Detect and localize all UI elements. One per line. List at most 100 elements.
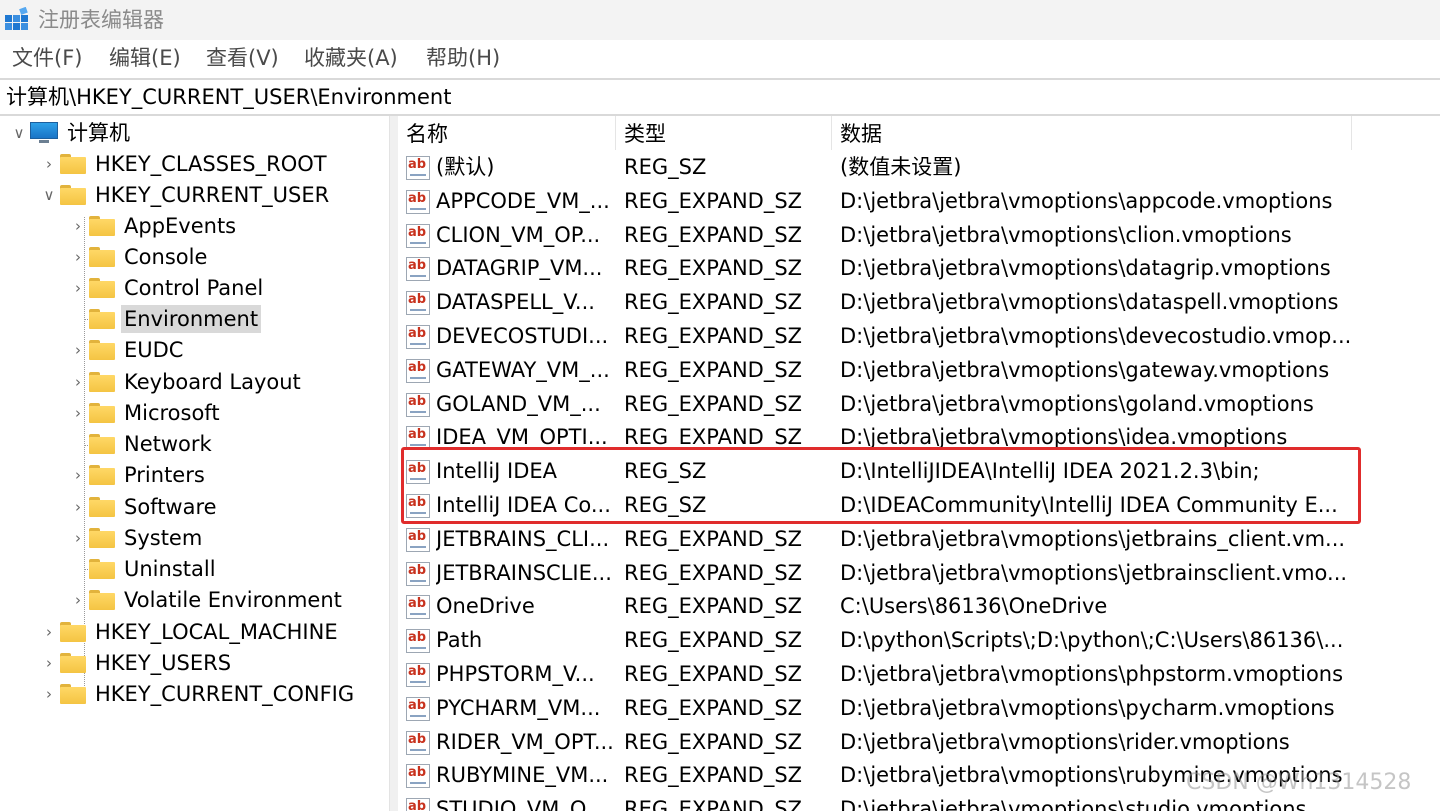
tree-item-keyboard-layout[interactable]: › Keyboard Layout — [67, 367, 304, 397]
tree-item-hkey-users[interactable]: › HKEY_USERS — [38, 648, 234, 678]
chevron-right-icon[interactable]: › — [67, 585, 89, 615]
title-bar: 注册表编辑器 — [0, 0, 1440, 40]
table-row[interactable]: ab APPCODE_VM_... REG_EXPAND_SZ D:\jetbra\j… — [398, 184, 1440, 218]
table-row[interactable]: ab JETBRAINSCLIE... REG_EXPAND_SZ D:\jetbra… — [398, 556, 1440, 590]
column-header-name[interactable]: 名称 — [398, 116, 616, 150]
chevron-right-icon[interactable]: › — [67, 523, 89, 553]
list-header: 名称 类型 数据 — [398, 116, 1440, 150]
value-type: REG_SZ — [624, 493, 707, 517]
menu-favorites[interactable]: 收藏夹(A) — [304, 44, 398, 72]
value-type: REG_EXPAND_SZ — [624, 763, 803, 788]
folder-icon — [60, 622, 86, 642]
tree-item-system[interactable]: › System — [67, 523, 205, 553]
value-name: CLION_VM_OP... — [436, 222, 601, 247]
value-name: RIDER_VM_OPT... — [436, 729, 614, 754]
value-data: D:\python\Scripts\;D:\python\;C:\Users\8… — [840, 628, 1344, 653]
window-title: 注册表编辑器 — [38, 8, 164, 32]
tree-item-eudc[interactable]: › EUDC — [67, 335, 186, 365]
table-row[interactable]: ab (默认) REG_SZ (数值未设置) — [398, 150, 1440, 184]
tree-item-hkey-local-machine[interactable]: › HKEY_LOCAL_MACHINE — [38, 617, 341, 647]
chevron-right-icon[interactable]: › — [67, 492, 89, 522]
table-row[interactable]: ab RIDER_VM_OPT... REG_EXPAND_SZ D:\jetbra\… — [398, 725, 1440, 759]
table-row[interactable]: ab CLION_VM_OP... REG_EXPAND_SZ D:\jetbra\j… — [398, 218, 1440, 252]
chevron-down-icon[interactable]: ∨ — [38, 180, 60, 210]
chevron-right-icon[interactable]: › — [38, 149, 60, 179]
chevron-right-icon[interactable]: › — [67, 460, 89, 490]
column-header-type[interactable]: 类型 — [616, 116, 832, 150]
string-value-icon: ab — [406, 156, 430, 180]
menu-view[interactable]: 查看(V) — [206, 44, 279, 72]
address-bar[interactable]: 计算机\HKEY_CURRENT_USER\Environment — [0, 78, 1440, 116]
value-name: PHPSTORM_V... — [436, 662, 595, 686]
value-data: D:\jetbra\jetbra\vmoptions\studio.vmopti… — [840, 797, 1307, 811]
value-data: C:\Users\86136\OneDrive — [840, 594, 1108, 619]
chevron-right-icon[interactable]: › — [67, 273, 89, 303]
chevron-right-icon[interactable]: › — [38, 679, 60, 709]
value-name: GOLAND_VM_... — [436, 391, 601, 416]
value-data: D:\jetbra\jetbra\vmoptions\jetbrainsclie… — [840, 560, 1348, 585]
table-row[interactable]: ab PHPSTORM_V... REG_EXPAND_SZ D:\jetbra\je… — [398, 657, 1440, 691]
menu-edit[interactable]: 编辑(E) — [109, 44, 181, 72]
value-name: GATEWAY_VM_... — [436, 357, 610, 382]
chevron-right-icon[interactable]: › — [38, 617, 60, 647]
tree-item-volatile-environment[interactable]: › Volatile Environment — [67, 585, 345, 615]
tree-item-environment[interactable]: › Environment — [67, 304, 262, 334]
chevron-down-icon[interactable]: ∨ — [8, 118, 30, 148]
menu-help[interactable]: 帮助(H) — [426, 44, 500, 72]
table-row[interactable]: ab GOLAND_VM_... REG_EXPAND_SZ D:\jetbra\je… — [398, 387, 1440, 421]
tree-item-hkey-classes-root[interactable]: › HKEY_CLASSES_ROOT — [38, 149, 330, 179]
folder-icon — [89, 278, 115, 298]
string-value-icon: ab — [406, 730, 430, 755]
value-type: REG_EXPAND_SZ — [624, 526, 803, 551]
table-row[interactable]: ab Path REG_EXPAND_SZ D:\python\Scripts\;D:… — [398, 623, 1440, 657]
value-type: REG_EXPAND_SZ — [624, 222, 803, 247]
tree-item-uninstall[interactable]: › Uninstall — [67, 554, 219, 584]
table-row[interactable]: ab IntelliJ IDEA Co... REG_SZ D:\IDEACommun… — [398, 488, 1440, 522]
value-name: Path — [436, 628, 483, 653]
value-type: REG_EXPAND_SZ — [624, 256, 803, 281]
folder-icon — [60, 154, 86, 174]
chevron-right-icon[interactable]: › — [38, 648, 60, 678]
tree-item-network[interactable]: › Network — [67, 429, 215, 459]
tree-spacer: › — [67, 554, 89, 584]
table-row[interactable]: ab JETBRAINS_CLI... REG_EXPAND_SZ D:\jetbra… — [398, 522, 1440, 556]
folder-icon — [89, 372, 115, 392]
value-data: D:\jetbra\jetbra\vmoptions\clion.vmoptio… — [840, 222, 1292, 247]
string-value-icon: ab — [406, 764, 430, 789]
tree-item-hkey-current-user[interactable]: ∨ HKEY_CURRENT_USER — [38, 180, 332, 210]
table-row[interactable]: ab PYCHARM_VM... REG_EXPAND_SZ D:\jetbra\je… — [398, 691, 1440, 725]
tree-item-control-panel[interactable]: › Control Panel — [67, 273, 266, 303]
tree-item-label: HKEY_LOCAL_MACHINE — [95, 620, 338, 644]
string-value-icon: ab — [406, 358, 430, 383]
tree-item-software[interactable]: › Software — [67, 492, 220, 522]
table-row[interactable]: ab IntelliJ IDEA REG_SZ D:\IntelliJIDEA\Int… — [398, 454, 1440, 488]
table-row[interactable]: ab GATEWAY_VM_... REG_EXPAND_SZ D:\jetbra\j… — [398, 353, 1440, 387]
value-name: JETBRAINSCLIE... — [436, 560, 612, 585]
menu-file[interactable]: 文件(F) — [12, 44, 82, 72]
tree-item-appevents[interactable]: › AppEvents — [67, 211, 239, 241]
table-row[interactable]: ab DEVECOSTUDI... REG_EXPAND_SZ D:\jetbra\j… — [398, 319, 1440, 353]
value-type: REG_EXPAND_SZ — [624, 729, 803, 754]
tree-item-microsoft[interactable]: › Microsoft — [67, 398, 223, 428]
tree-item-console[interactable]: › Console — [67, 242, 210, 272]
chevron-right-icon[interactable]: › — [67, 211, 89, 241]
table-row[interactable]: ab STUDIO_VM_O... REG_EXPAND_SZ D:\jetbra\j… — [398, 792, 1440, 811]
chevron-right-icon[interactable]: › — [67, 335, 89, 365]
tree-item-computer[interactable]: ∨ 计算机 — [8, 118, 133, 148]
tree-item-label: HKEY_CLASSES_ROOT — [95, 152, 327, 176]
table-row[interactable]: ab OneDrive REG_EXPAND_SZ C:\Users\86136\On… — [398, 589, 1440, 623]
address-path[interactable]: 计算机\HKEY_CURRENT_USER\Environment — [6, 83, 451, 111]
folder-icon — [89, 403, 115, 423]
value-data: D:\jetbra\jetbra\vmoptions\goland.vmopti… — [840, 391, 1314, 416]
tree-item-hkey-current-config[interactable]: › HKEY_CURRENT_CONFIG — [38, 679, 357, 709]
column-header-data[interactable]: 数据 — [832, 116, 1352, 150]
table-row[interactable]: ab IDEA_VM_OPTI... REG_EXPAND_SZ D:\jetbra\… — [398, 420, 1440, 454]
string-value-icon: ab — [406, 426, 430, 451]
value-name: DATAGRIP_VM... — [436, 256, 603, 281]
tree-item-printers[interactable]: › Printers — [67, 460, 208, 490]
chevron-right-icon[interactable]: › — [67, 367, 89, 397]
chevron-right-icon[interactable]: › — [67, 398, 89, 428]
table-row[interactable]: ab DATAGRIP_VM... REG_EXPAND_SZ D:\jetbra\j… — [398, 251, 1440, 285]
table-row[interactable]: ab DATASPELL_V... REG_EXPAND_SZ D:\jetbra\j… — [398, 285, 1440, 319]
chevron-right-icon[interactable]: › — [67, 242, 89, 272]
